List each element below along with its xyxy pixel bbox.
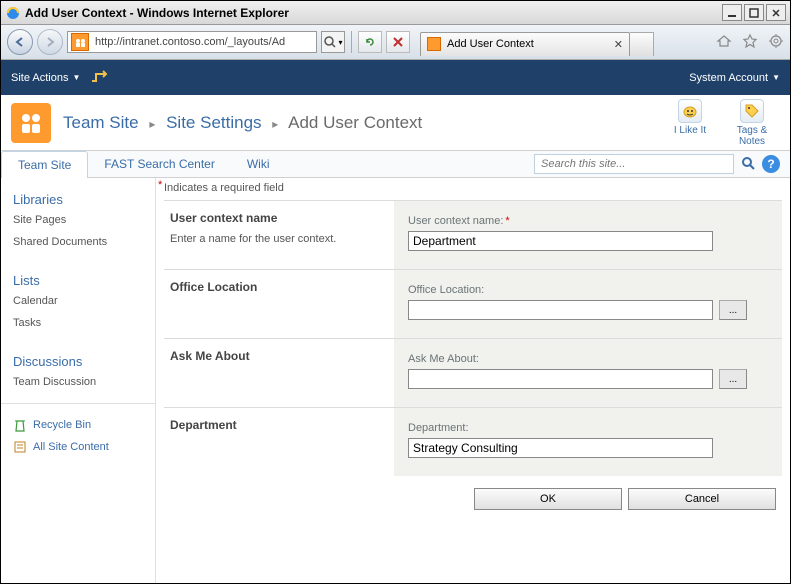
nav-discussions-head[interactable]: Discussions [1, 348, 155, 371]
new-tab-button[interactable] [630, 32, 654, 56]
ask-me-about-browse[interactable]: ... [719, 369, 747, 389]
close-button[interactable] [766, 4, 786, 21]
nav-tasks[interactable]: Tasks [1, 312, 155, 334]
required-hint: *Indicates a required field [164, 182, 782, 200]
ie-icon [5, 5, 21, 21]
window-title: Add User Context - Windows Internet Expl… [25, 6, 720, 20]
field-label: Ask Me About: [408, 353, 768, 365]
minimize-button[interactable] [722, 4, 742, 21]
breadcrumb-current: Add User Context [288, 113, 422, 132]
maximize-button[interactable] [744, 4, 764, 21]
user-context-name-input[interactable] [408, 231, 713, 251]
search-url-button[interactable]: ▾ [321, 31, 345, 53]
breadcrumb-sep: ▸ [272, 117, 278, 131]
social-actions: I Like It Tags & Notes [666, 99, 776, 147]
section-ask-me-about: Ask Me About Ask Me About: ... [164, 338, 782, 407]
title-area: Team Site ▸ Site Settings ▸ Add User Con… [1, 95, 790, 150]
forward-button[interactable] [37, 29, 63, 55]
navigate-up-icon[interactable] [90, 69, 108, 86]
quick-launch: Libraries Site Pages Shared Documents Li… [1, 178, 156, 583]
nav-lists-head[interactable]: Lists [1, 267, 155, 290]
titlebar: Add User Context - Windows Internet Expl… [1, 1, 790, 25]
ok-button[interactable]: OK [474, 488, 622, 510]
tab-fast-search[interactable]: FAST Search Center [88, 150, 231, 178]
search-go-icon[interactable] [740, 155, 756, 174]
content: *Indicates a required field User context… [156, 178, 790, 583]
like-icon [678, 99, 702, 123]
recycle-icon [13, 418, 27, 432]
breadcrumb: Team Site ▸ Site Settings ▸ Add User Con… [63, 113, 666, 133]
nav-libraries-head[interactable]: Libraries [1, 186, 155, 209]
nav-recycle-bin[interactable]: Recycle Bin [1, 414, 155, 436]
address-bar[interactable]: http://intranet.contoso.com/_layouts/Ad [67, 31, 317, 53]
tags-button[interactable]: Tags & Notes [728, 99, 776, 147]
breadcrumb-teamsite[interactable]: Team Site [63, 113, 139, 132]
button-row: OK Cancel [156, 476, 790, 522]
section-office-location: Office Location Office Location: ... [164, 269, 782, 338]
tab-close-button[interactable]: ✕ [614, 38, 623, 51]
section-title: Department [170, 418, 384, 432]
section-title: Ask Me About [170, 349, 384, 363]
office-location-browse[interactable]: ... [719, 300, 747, 320]
favorites-icon[interactable] [742, 33, 758, 52]
tab-wiki[interactable]: Wiki [231, 150, 286, 178]
url-text: http://intranet.contoso.com/_layouts/Ad [92, 36, 316, 48]
field-label: Office Location: [408, 284, 768, 296]
tab-favicon [427, 37, 441, 51]
window: Add User Context - Windows Internet Expl… [0, 0, 791, 584]
ribbon: Site Actions ▼ System Account ▼ [1, 60, 790, 95]
ask-me-about-input[interactable] [408, 369, 713, 389]
home-icon[interactable] [716, 33, 732, 52]
stop-button[interactable] [386, 31, 410, 53]
site-favicon [71, 33, 89, 51]
nav-all-content[interactable]: All Site Content [1, 436, 155, 458]
site-logo[interactable] [11, 103, 51, 143]
nav-team-discussion[interactable]: Team Discussion [1, 371, 155, 393]
office-location-input[interactable] [408, 300, 713, 320]
breadcrumb-sep: ▸ [149, 117, 155, 131]
site-search-input[interactable] [534, 154, 734, 174]
nav-site-pages[interactable]: Site Pages [1, 209, 155, 231]
help-icon[interactable]: ? [762, 155, 780, 173]
user-menu[interactable]: System Account ▼ [689, 72, 780, 84]
section-user-context-name: User context name Enter a name for the u… [164, 200, 782, 269]
section-desc: Enter a name for the user context. [170, 233, 384, 245]
all-content-icon [13, 440, 27, 454]
chevron-down-icon: ▼ [72, 73, 80, 82]
section-title: User context name [170, 211, 384, 225]
field-label: User context name: [408, 215, 503, 227]
like-button[interactable]: I Like It [666, 99, 714, 147]
tab-team-site[interactable]: Team Site [1, 151, 88, 179]
back-button[interactable] [7, 29, 33, 55]
nav-calendar[interactable]: Calendar [1, 290, 155, 312]
top-navigation: Team Site FAST Search Center Wiki ? [1, 150, 790, 178]
cancel-button[interactable]: Cancel [628, 488, 776, 510]
browser-tab[interactable]: Add User Context ✕ [420, 32, 630, 56]
site-actions-menu[interactable]: Site Actions ▼ [11, 72, 80, 84]
user-label: System Account [689, 72, 768, 84]
tools-icon[interactable] [768, 33, 784, 52]
department-input[interactable] [408, 438, 713, 458]
refresh-button[interactable] [358, 31, 382, 53]
nav-bar: http://intranet.contoso.com/_layouts/Ad … [1, 25, 790, 60]
chevron-down-icon: ▼ [772, 73, 780, 82]
tab-strip: Add User Context ✕ [420, 29, 700, 56]
section-department: Department Department: [164, 407, 782, 476]
nav-shared-documents[interactable]: Shared Documents [1, 231, 155, 253]
tab-label: Add User Context [447, 38, 534, 50]
section-title: Office Location [170, 280, 384, 294]
body: Libraries Site Pages Shared Documents Li… [1, 178, 790, 583]
tags-icon [740, 99, 764, 123]
field-label: Department: [408, 422, 768, 434]
breadcrumb-settings[interactable]: Site Settings [166, 113, 261, 132]
site-actions-label: Site Actions [11, 72, 68, 84]
